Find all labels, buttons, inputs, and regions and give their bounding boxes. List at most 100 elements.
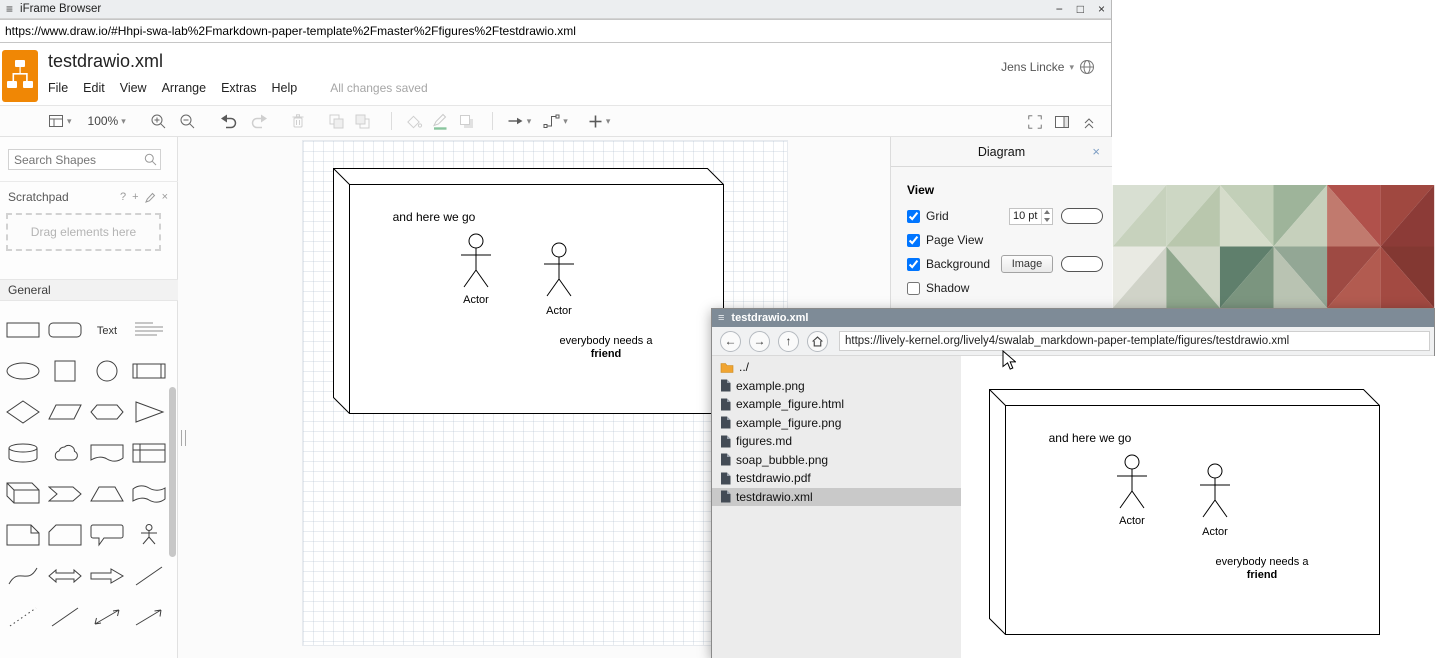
file-row[interactable]: example_figure.html [712,395,961,414]
shape-thin-arrow[interactable] [128,596,170,637]
shape-rectangle[interactable] [2,309,44,350]
scratchpad-dropzone[interactable]: Drag elements here [6,213,161,251]
menu-extras[interactable]: Extras [221,81,256,95]
home-button[interactable] [807,331,828,352]
shape-callout[interactable] [86,514,128,555]
shape-text[interactable]: Text [86,309,128,350]
shape-circle[interactable] [86,350,128,391]
format-panel-toggle-icon[interactable] [1054,114,1070,130]
caption-line1[interactable]: everybody needs a [560,335,654,347]
shape-square[interactable] [44,350,86,391]
shape-process[interactable] [128,350,170,391]
box-label[interactable]: and here we go [393,210,476,224]
back-button[interactable]: ← [720,331,741,352]
zoom-dropdown[interactable]: 100% ▾ [88,114,126,128]
page-view-checkbox[interactable] [907,234,920,247]
search-icon[interactable] [144,153,157,166]
shape-document[interactable] [86,432,128,473]
menu-help[interactable]: Help [272,81,298,95]
scratchpad-edit-icon[interactable] [145,192,156,203]
minimize-button[interactable]: − [1056,0,1063,19]
image-button[interactable]: Image [1001,255,1053,273]
file-row[interactable]: testdrawio.pdf [712,469,961,488]
shadow-button[interactable] [458,113,475,130]
shape-rounded-rectangle[interactable] [44,309,86,350]
close-button[interactable]: × [1098,0,1105,19]
shape-line[interactable] [44,596,86,637]
zoom-out-button[interactable] [179,113,196,130]
file-row[interactable]: example.png [712,377,961,396]
shape-curve[interactable] [2,555,44,596]
file-row-parent[interactable]: ../ [712,358,961,377]
waypoints-dropdown[interactable]: ▾ [543,113,568,129]
user-menu[interactable]: Jens Lincke ▾ [1001,59,1095,75]
shape-dotted-line[interactable] [2,596,44,637]
shape-tape[interactable] [128,473,170,514]
shape-textbox[interactable] [128,309,170,350]
fill-color-button[interactable] [406,113,423,130]
file-row[interactable]: figures.md [712,432,961,451]
forward-button[interactable]: → [749,331,770,352]
tab-diagram[interactable]: Diagram [891,137,1112,167]
actor-left-label[interactable]: Actor [463,294,489,306]
scratchpad-help-icon[interactable]: ? [120,191,126,203]
hamburger-icon[interactable]: ≡ [718,312,724,324]
menu-arrange[interactable]: Arrange [162,81,206,95]
format-panel-close-icon[interactable]: × [1092,144,1100,159]
search-input[interactable] [8,149,161,170]
insert-dropdown[interactable]: ▾ [588,114,611,129]
menu-view[interactable]: View [120,81,147,95]
page-view-dropdown[interactable]: ▾ [48,113,72,129]
user-name[interactable]: Jens Lincke [1001,60,1064,74]
delete-button[interactable] [290,113,306,130]
collapse-toolbar-icon[interactable] [1081,114,1097,130]
globe-icon[interactable] [1079,59,1095,75]
shape-cylinder[interactable] [2,432,44,473]
file-row[interactable]: example_figure.png [712,414,961,433]
shape-hexagon[interactable] [86,391,128,432]
to-back-button[interactable] [354,113,371,130]
shape-diamond[interactable] [2,391,44,432]
shape-parallelogram[interactable] [44,391,86,432]
connection-dropdown[interactable]: ▾ [507,113,532,129]
section-general[interactable]: General [0,279,178,301]
shape-bidirectional-thin-arrow[interactable] [86,596,128,637]
shape-cube[interactable] [2,473,44,514]
shape-diagonal-line[interactable] [128,555,170,596]
shape-arrow[interactable] [86,555,128,596]
background-checkbox[interactable] [907,258,920,271]
shape-actor[interactable] [128,514,170,555]
grid-size-stepper[interactable] [1041,209,1052,224]
shape-note[interactable] [2,514,44,555]
line-color-button[interactable] [432,113,449,130]
window-titlebar[interactable]: ≡ iFrame Browser − □ × [0,0,1111,19]
shape-card[interactable] [44,514,86,555]
sidebar-splitter-handle[interactable] [181,430,186,446]
to-front-button[interactable] [328,113,345,130]
actor-right-label[interactable]: Actor [546,305,572,317]
shape-step[interactable] [44,473,86,514]
scratchpad-add-icon[interactable]: + [132,191,138,203]
menu-edit[interactable]: Edit [83,81,105,95]
menu-file[interactable]: File [48,81,68,95]
background-color-swatch[interactable] [1061,256,1103,272]
shadow-checkbox[interactable] [907,282,920,295]
shape-internal-storage[interactable] [128,432,170,473]
hamburger-icon[interactable]: ≡ [6,2,13,16]
cube-shape[interactable] [334,169,724,414]
zoom-in-button[interactable] [150,113,167,130]
fullscreen-icon[interactable] [1027,114,1043,130]
file-row[interactable]: soap_bubble.png [712,451,961,470]
shape-trapezoid[interactable] [86,473,128,514]
address-input[interactable] [0,19,1111,43]
file-browser-url-input[interactable] [839,331,1430,351]
undo-button[interactable] [220,112,238,130]
maximize-button[interactable]: □ [1077,0,1084,19]
scratchpad-close-icon[interactable]: × [162,191,168,203]
shape-triangle[interactable] [128,391,170,432]
up-button[interactable]: ↑ [778,331,799,352]
grid-color-swatch[interactable] [1061,208,1103,224]
sidebar-scrollbar[interactable] [169,387,176,557]
shape-bidirectional-arrow[interactable] [44,555,86,596]
caption-line2[interactable]: friend [591,348,622,360]
